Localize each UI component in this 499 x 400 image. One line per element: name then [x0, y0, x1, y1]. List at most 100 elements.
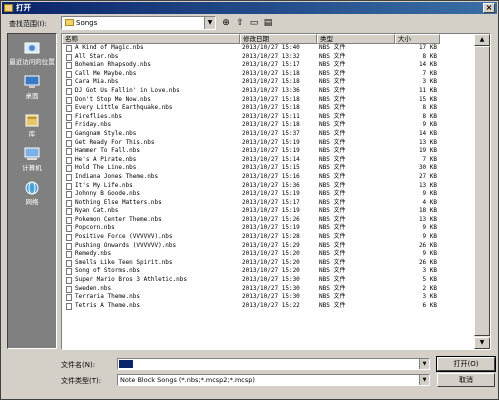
- file-row[interactable]: Terraria Theme.nbs 2013/10/27 15:30 NBS 文件…: [62, 293, 474, 302]
- file-type: NBS 文件: [319, 95, 346, 103]
- file-row[interactable]: Pushing Onwards (VVVVVV).nbs 2013/10/27 1…: [62, 242, 474, 251]
- scroll-thumb[interactable]: [474, 46, 490, 336]
- place-library[interactable]: 库: [8, 112, 56, 138]
- file-row[interactable]: Call Me Maybe.nbs 2013/10/27 15:18 NBS 文件 7…: [62, 70, 474, 79]
- file-size: 8 KB: [422, 52, 437, 60]
- filename-input[interactable]: ▼: [117, 358, 430, 370]
- file-row[interactable]: Nyan Cat.nbs 2013/10/27 15:19 NBS 文件 18 KB: [62, 207, 474, 216]
- file-row[interactable]: Pokemon Center Theme.nbs 2013/10/27 15:26…: [62, 216, 474, 225]
- file-row[interactable]: Cara Mia.nbs 2013/10/27 15:18 NBS 文件 3 KB: [62, 78, 474, 87]
- lookin-dropdown[interactable]: Songs ▼: [61, 16, 216, 30]
- file-icon: [66, 96, 72, 104]
- scroll-up-icon[interactable]: ▲: [474, 34, 490, 46]
- file-type: NBS 文件: [319, 44, 346, 51]
- place-label: 最近访问的位置: [9, 58, 55, 66]
- file-name: Remedy.nbs: [75, 250, 112, 258]
- scroll-down-icon[interactable]: ▼: [474, 337, 490, 349]
- file-icon: [66, 294, 72, 302]
- chevron-down-icon[interactable]: ▼: [419, 375, 429, 385]
- file-row[interactable]: Fireflies.nbs 2013/10/27 15:11 NBS 文件 8 KB: [62, 113, 474, 122]
- open-file-dialog: 打开 × 查找范围(I): Songs ▼ ⊕ ⇧ ▭ ▤ 最近访问的位置 桌面…: [0, 0, 499, 400]
- file-row[interactable]: Don't Stop Me Now.nbs 2013/10/27 15:18 NBS…: [62, 96, 474, 105]
- open-button[interactable]: 打开(O): [436, 356, 496, 372]
- title-bar[interactable]: 打开 ×: [2, 2, 497, 14]
- file-size: 6 KB: [422, 301, 437, 309]
- file-name: Pokemon Center Theme.nbs: [75, 215, 162, 223]
- new-folder-icon[interactable]: ▭: [248, 17, 260, 29]
- file-row[interactable]: Every Little Earthquake.nbs 2013/10/27 15…: [62, 104, 474, 113]
- place-computer[interactable]: 计算机: [8, 146, 56, 172]
- file-name: Hold The Line.nbs: [75, 164, 137, 172]
- file-name: Nyan Cat.nbs: [75, 207, 119, 215]
- close-button[interactable]: ×: [483, 3, 495, 13]
- file-row[interactable]: Song of Storms.nbs 2013/10/27 15:20 NBS 文件…: [62, 267, 474, 276]
- file-type: NBS 文件: [319, 61, 346, 69]
- file-row[interactable]: Friday.nbs 2013/10/27 15:18 NBS 文件 9 KB: [62, 121, 474, 130]
- file-row[interactable]: Get Ready For This.nbs 2013/10/27 15:19 NB…: [62, 139, 474, 148]
- file-row[interactable]: Johnny B Goode.nbs 2013/10/27 15:19 NBS 文件…: [62, 190, 474, 199]
- column-type[interactable]: 类型: [317, 34, 395, 44]
- file-name: It's My Life.nbs: [75, 181, 133, 189]
- file-size: 8 KB: [422, 112, 437, 120]
- file-size: 14 KB: [418, 61, 437, 69]
- file-row[interactable]: DJ Got Us Fallin' in Love.nbs 2013/10/27 …: [62, 87, 474, 96]
- filename-label: 文件名(N):: [61, 361, 96, 369]
- up-folder-icon[interactable]: ⇧: [234, 17, 246, 29]
- cancel-button[interactable]: 取消: [437, 373, 495, 387]
- file-date: 2013/10/27 15:29: [242, 241, 300, 249]
- file-row[interactable]: Tetris A Theme.nbs 2013/10/27 15:22 NBS 文件…: [62, 302, 474, 311]
- file-row[interactable]: Sweden.nbs 2013/10/27 15:30 NBS 文件 2 KB: [62, 285, 474, 294]
- file-size: 26 KB: [418, 241, 437, 249]
- filetype-select[interactable]: Note Block Songs (*.nbs;*.mcsp2;*.mcsp) …: [117, 374, 430, 386]
- file-size: 14 KB: [418, 129, 437, 137]
- vertical-scrollbar[interactable]: ▲ ▼: [474, 34, 490, 349]
- file-type: NBS 文件: [319, 181, 346, 189]
- file-type: NBS 文件: [319, 224, 346, 232]
- file-row[interactable]: Hold The Line.nbs 2013/10/27 15:15 NBS 文件 3…: [62, 164, 474, 173]
- column-name[interactable]: 名称: [62, 34, 240, 44]
- file-row[interactable]: It's My Life.nbs 2013/10/27 15:36 NBS 文件 13…: [62, 182, 474, 191]
- file-icon: [66, 79, 72, 87]
- file-row[interactable]: Popcorn.nbs 2013/10/27 15:19 NBS 文件 9 KB: [62, 224, 474, 233]
- file-row[interactable]: Gangnam Style.nbs 2013/10/27 15:37 NBS 文件 1…: [62, 130, 474, 139]
- file-size: 7 KB: [422, 69, 437, 77]
- file-icon: [66, 87, 72, 95]
- file-date: 2013/10/27 15:40: [242, 44, 300, 51]
- file-row[interactable]: Positive Force (VVVVVV).nbs 2013/10/27 15…: [62, 233, 474, 242]
- file-row[interactable]: Remedy.nbs 2013/10/27 15:20 NBS 文件 9 KB: [62, 250, 474, 259]
- file-row[interactable]: He's A Pirate.nbs 2013/10/27 15:14 NBS 文件 7…: [62, 156, 474, 165]
- chevron-down-icon[interactable]: ▼: [204, 17, 215, 29]
- chevron-down-icon[interactable]: ▼: [419, 359, 429, 369]
- file-size: 3 KB: [422, 267, 437, 275]
- file-date: 2013/10/27 15:16: [242, 172, 300, 180]
- file-name: Every Little Earthquake.nbs: [75, 104, 173, 112]
- file-type: NBS 文件: [319, 198, 346, 206]
- place-desktop[interactable]: 桌面: [8, 74, 56, 100]
- place-recent[interactable]: 最近访问的位置: [8, 40, 56, 66]
- file-icon: [66, 208, 72, 216]
- file-icon: [66, 53, 72, 61]
- file-icon: [66, 225, 72, 233]
- file-row[interactable]: Nothing Else Matters.nbs 2013/10/27 15:17…: [62, 199, 474, 208]
- column-date[interactable]: 修改日期: [240, 34, 317, 44]
- file-row[interactable]: Super Mario Bros 3 Athletic.nbs 2013/10/2…: [62, 276, 474, 285]
- file-row[interactable]: All Star.nbs 2013/10/27 13:32 NBS 文件 8 KB: [62, 53, 474, 62]
- file-type: NBS 文件: [319, 104, 346, 112]
- file-list[interactable]: 名称 修改日期 类型 大小 A Kind of Magic.nbs 2013/10…: [61, 33, 491, 350]
- file-size: 9 KB: [422, 233, 437, 241]
- back-icon[interactable]: ⊕: [220, 17, 232, 29]
- file-type: NBS 文件: [319, 121, 346, 129]
- file-row[interactable]: Bohemian Rhapsody.nbs 2013/10/27 15:17 NBS…: [62, 61, 474, 70]
- place-network[interactable]: 网络: [8, 180, 56, 206]
- column-size[interactable]: 大小: [395, 34, 440, 44]
- file-row[interactable]: Smells Like Teen Spirit.nbs 2013/10/27 15…: [62, 259, 474, 268]
- file-size: 9 KB: [422, 250, 437, 258]
- file-row[interactable]: A Kind of Magic.nbs 2013/10/27 15:40 NBS 文…: [62, 44, 474, 53]
- file-row[interactable]: Indiana Jones Theme.nbs 2013/10/27 15:16 N…: [62, 173, 474, 182]
- file-date: 2013/10/27 15:17: [242, 198, 300, 206]
- file-size: 9 KB: [422, 224, 437, 232]
- file-row[interactable]: Hammer To Fall.nbs 2013/10/27 15:19 NBS 文件…: [62, 147, 474, 156]
- file-name: Smells Like Teen Spirit.nbs: [75, 258, 173, 266]
- view-menu-icon[interactable]: ▤: [262, 17, 274, 29]
- file-date: 2013/10/27 15:37: [242, 129, 300, 137]
